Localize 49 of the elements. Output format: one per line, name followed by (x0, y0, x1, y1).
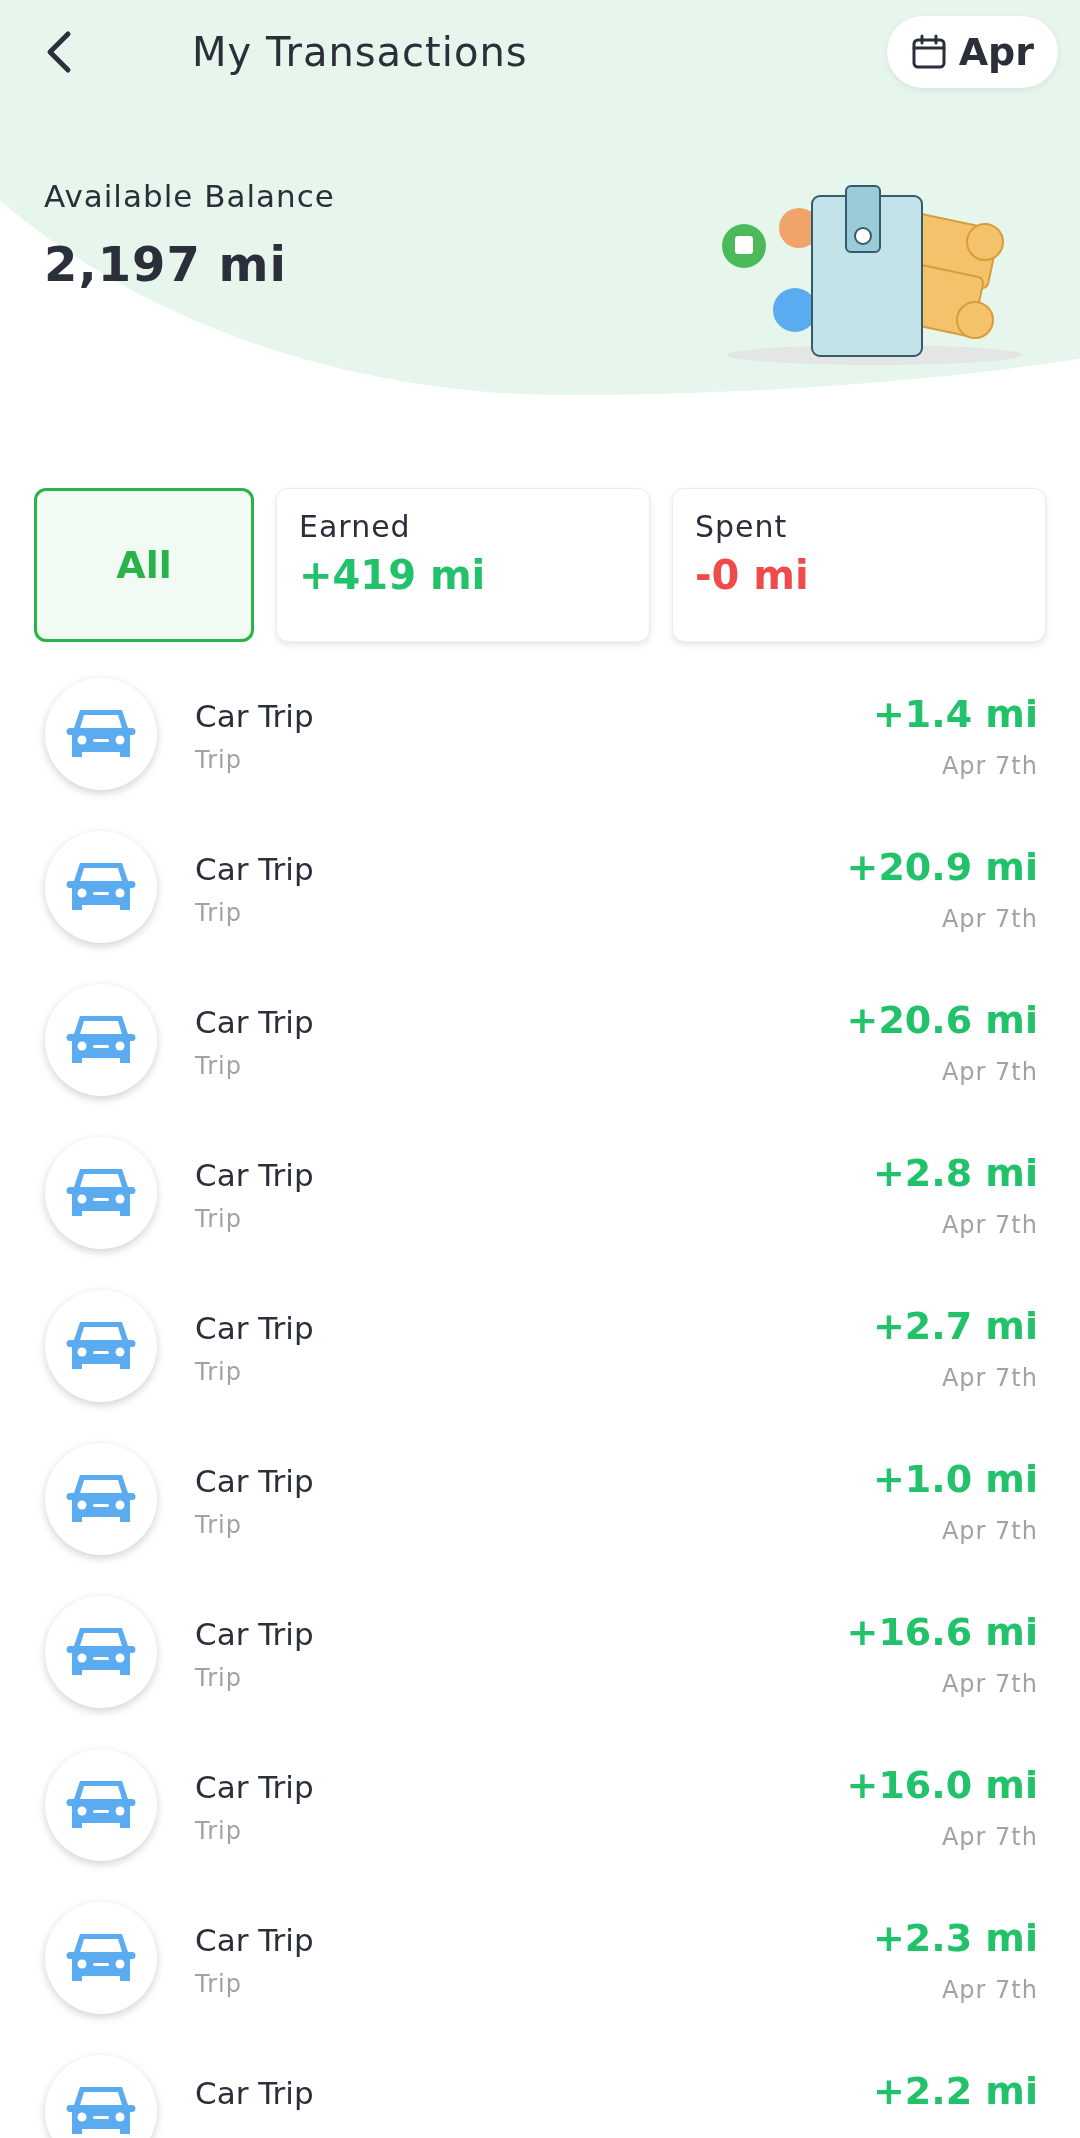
transaction-title: Car Trip (195, 1157, 315, 1193)
transaction-title: Car Trip (195, 1769, 315, 1805)
month-button[interactable]: Apr (886, 16, 1058, 88)
transaction-type: Trip (195, 1511, 243, 1539)
page-title: My Transactions (192, 29, 529, 75)
transaction-date: Apr 7th (941, 752, 1038, 780)
transaction-title: Car Trip (195, 1004, 315, 1040)
transaction-amount: +16.6 mi (846, 1610, 1038, 1654)
transaction-amount: +1.4 mi (873, 692, 1038, 736)
transaction-date: Apr 7th (941, 1670, 1038, 1698)
transaction-amount: +2.2 mi (873, 2069, 1038, 2113)
transaction-title: Car Trip (195, 1616, 315, 1652)
calendar-icon (910, 34, 947, 70)
filter-tab[interactable]: Spent -0 mi (672, 488, 1046, 642)
transaction-type: Trip (195, 1358, 243, 1386)
transaction-amount: +20.9 mi (846, 845, 1038, 889)
transaction-date: Apr 7th (941, 1823, 1038, 1851)
transaction-amount: +2.8 mi (873, 1151, 1038, 1195)
filter-amount: -0 mi (695, 552, 810, 598)
transaction-amount: +16.0 mi (846, 1763, 1038, 1807)
transaction-date: Apr 7th (941, 1211, 1038, 1239)
transaction-type: Trip (195, 1970, 243, 1998)
balance-value: 2,197 mi (44, 236, 288, 292)
filter-label: Spent (695, 509, 789, 544)
balance-label: Available Balance (44, 178, 335, 214)
transaction-amount: +1.0 mi (873, 1457, 1038, 1501)
transaction-title: Car Trip (195, 851, 315, 887)
transaction-date: Apr 7th (941, 905, 1038, 933)
transaction-type: Trip (195, 899, 243, 927)
transaction-title: Car Trip (195, 698, 315, 734)
transaction-type: Trip (195, 1205, 243, 1233)
transaction-title: Car Trip (195, 1310, 315, 1346)
transaction-title: Car Trip (195, 2075, 315, 2111)
transaction-type: Trip (195, 746, 243, 774)
transaction-amount: +20.6 mi (846, 998, 1038, 1042)
transaction-date: Apr 7th (941, 1517, 1038, 1545)
transaction-type: Trip (195, 1052, 243, 1080)
transaction-amount: +2.7 mi (873, 1304, 1038, 1348)
transaction-title: Car Trip (195, 1463, 315, 1499)
transaction-date: Apr 7th (941, 1976, 1038, 2004)
transaction-date: Apr 7th (941, 1058, 1038, 1086)
filter-amount: +419 mi (299, 552, 487, 598)
transaction-amount: +2.3 mi (873, 1916, 1038, 1960)
filter-tab[interactable]: Earned +419 mi (276, 488, 650, 642)
transaction-type: Trip (195, 1664, 243, 1692)
transaction-type: Trip (195, 1817, 243, 1845)
transaction-title: Car Trip (195, 1922, 315, 1958)
transaction-date: Apr 7th (941, 1364, 1038, 1392)
filter-label: Earned (299, 509, 412, 544)
